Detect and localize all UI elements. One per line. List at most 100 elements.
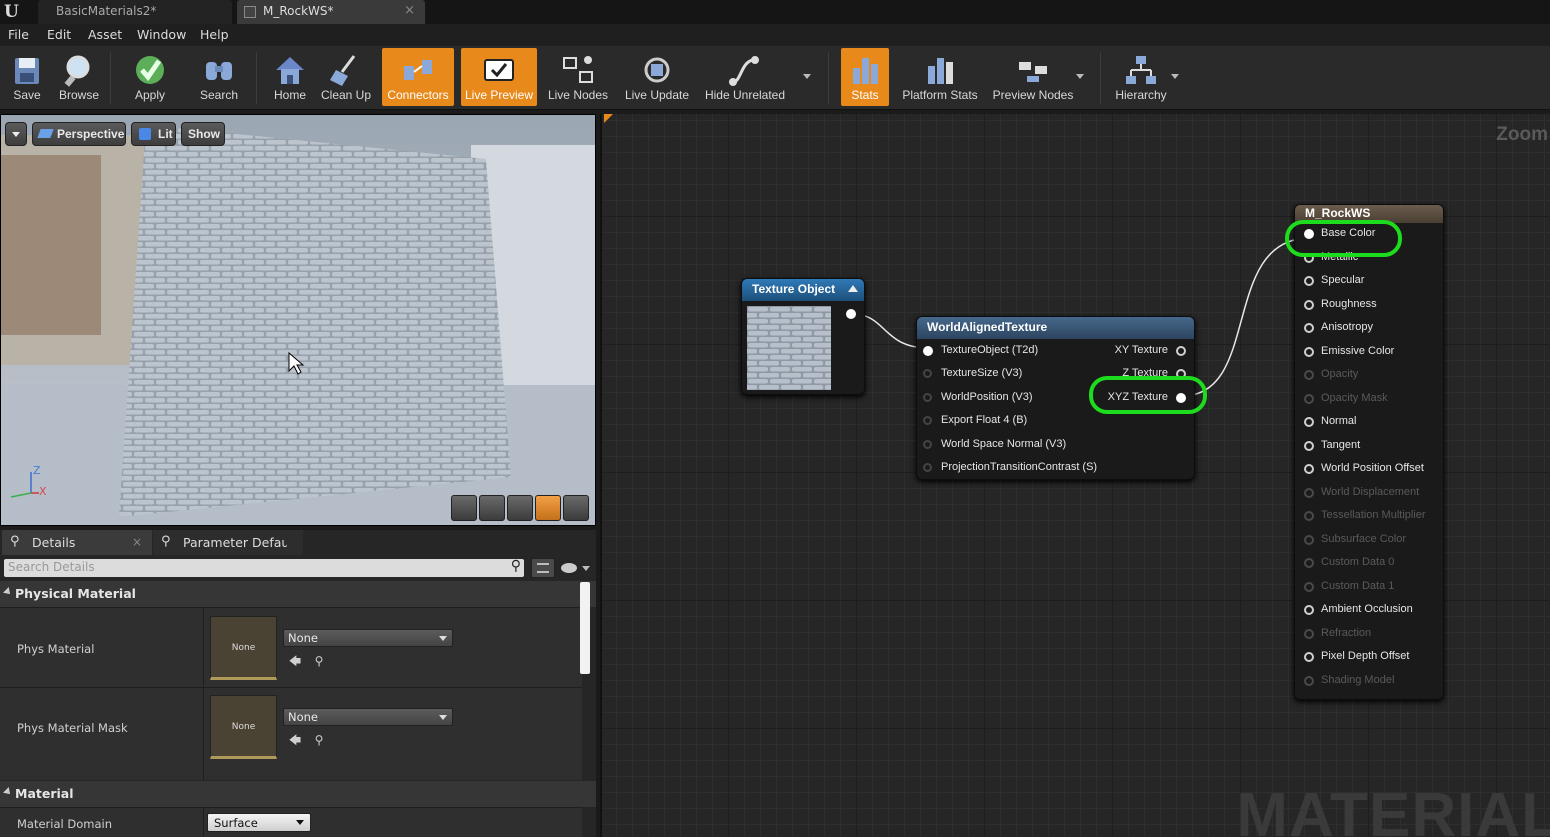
tab-m-rockws[interactable]: M_RockWS* × bbox=[237, 0, 425, 24]
cube-icon[interactable] bbox=[535, 495, 561, 521]
material-graph[interactable]: Zoom MATERIAL Texture Object WorldAligne… bbox=[600, 114, 1550, 837]
asset-combo[interactable]: None bbox=[283, 629, 453, 647]
preview-viewport[interactable]: Z X Perspective Lit Show bbox=[0, 114, 596, 526]
pin-dot[interactable] bbox=[1304, 605, 1314, 615]
chevron-down-icon[interactable] bbox=[1076, 74, 1084, 79]
apply-button[interactable]: Apply bbox=[124, 48, 176, 106]
menu-window[interactable]: Window bbox=[137, 27, 186, 42]
search-button[interactable]: Search bbox=[192, 48, 246, 106]
wat-output-pin[interactable]: XY Texture bbox=[1115, 344, 1186, 356]
tab-parameter-defaults[interactable]: ⚲ Parameter Defaults bbox=[153, 530, 303, 555]
asset-thumbnail[interactable]: None bbox=[210, 616, 277, 680]
cylinder-icon[interactable] bbox=[451, 495, 477, 521]
chevron-down-icon[interactable] bbox=[1171, 74, 1179, 79]
asset-combo[interactable]: None bbox=[283, 708, 453, 726]
tab-basicmaterials2[interactable]: BasicMaterials2* bbox=[38, 0, 232, 24]
pin-dot[interactable] bbox=[1304, 440, 1314, 451]
category-physical-material[interactable]: Physical Material bbox=[0, 581, 596, 607]
pin-dot[interactable] bbox=[1304, 628, 1314, 639]
wat-input-pin[interactable]: ProjectionTransitionContrast (S) bbox=[923, 461, 1097, 473]
pin-dot[interactable] bbox=[923, 346, 933, 356]
pin-dot[interactable] bbox=[1304, 417, 1314, 427]
pin-dot[interactable] bbox=[923, 416, 932, 426]
perspective-button[interactable]: Perspective bbox=[32, 122, 126, 146]
pin-dot[interactable] bbox=[1304, 511, 1314, 521]
menu-asset[interactable]: Asset bbox=[88, 27, 122, 42]
result-input-pin[interactable]: Specular bbox=[1304, 274, 1364, 286]
stats-button[interactable]: Stats bbox=[841, 48, 889, 106]
search-details-input[interactable]: Search Details ⚲ bbox=[4, 558, 524, 577]
pin-dot[interactable] bbox=[1304, 558, 1314, 568]
menu-help[interactable]: Help bbox=[200, 27, 229, 42]
hierarchy-button[interactable]: Hierarchy bbox=[1110, 48, 1172, 106]
pin-dot[interactable] bbox=[1304, 370, 1314, 380]
platform-stats-button[interactable]: Platform Stats bbox=[898, 48, 982, 106]
result-input-pin[interactable]: Pixel Depth Offset bbox=[1304, 650, 1409, 662]
preview-nodes-button[interactable]: Preview Nodes bbox=[990, 48, 1076, 106]
pin-dot[interactable] bbox=[1304, 323, 1314, 333]
result-input-pin[interactable]: Ambient Occlusion bbox=[1304, 603, 1413, 615]
pin-dot[interactable] bbox=[923, 369, 932, 379]
wat-input-pin[interactable]: TextureObject (T2d) bbox=[923, 344, 1038, 356]
pin-dot[interactable] bbox=[923, 392, 932, 402]
result-input-pin[interactable]: Normal bbox=[1304, 415, 1356, 427]
pin-dot[interactable] bbox=[1304, 652, 1314, 662]
pin-dot[interactable] bbox=[1304, 581, 1314, 592]
close-icon[interactable]: × bbox=[404, 3, 415, 18]
wat-input-pin[interactable]: TextureSize (V3) bbox=[923, 367, 1022, 379]
wat-input-pin[interactable]: World Space Normal (V3) bbox=[923, 438, 1066, 450]
connectors-button[interactable]: Connectors bbox=[382, 48, 454, 106]
sphere-icon[interactable] bbox=[479, 495, 505, 521]
result-input-pin[interactable]: Anisotropy bbox=[1304, 321, 1373, 333]
viewport-options-button[interactable] bbox=[5, 122, 27, 146]
use-selected-arrow-icon[interactable]: 🡄 bbox=[288, 733, 302, 747]
result-input-pin[interactable]: Emissive Color bbox=[1304, 345, 1394, 357]
pin-dot[interactable] bbox=[923, 439, 932, 449]
menu-file[interactable]: File bbox=[8, 27, 29, 42]
teapot-icon[interactable] bbox=[563, 495, 589, 521]
hide-unrelated-button[interactable]: Hide Unrelated bbox=[702, 48, 788, 106]
pin-dot[interactable] bbox=[1304, 276, 1314, 286]
live-nodes-button[interactable]: Live Nodes bbox=[544, 48, 612, 106]
details-scrollbar[interactable] bbox=[580, 582, 590, 674]
collapse-arrow-icon[interactable] bbox=[848, 285, 858, 292]
result-input-pin[interactable]: Opacity Mask bbox=[1304, 392, 1388, 404]
result-input-pin[interactable]: Shading Model bbox=[1304, 674, 1394, 686]
pin-dot[interactable] bbox=[1304, 487, 1314, 498]
home-button[interactable]: Home bbox=[266, 48, 314, 106]
category-material[interactable]: Material bbox=[0, 781, 596, 807]
save-button[interactable]: Save bbox=[2, 48, 52, 106]
m-rockws-result-node[interactable]: M_RockWS Base Color Metallic Specular Rough… bbox=[1294, 204, 1444, 700]
wat-input-pin[interactable]: WorldPosition (V3) bbox=[923, 391, 1033, 403]
tab-details[interactable]: ⚲ Details × bbox=[2, 530, 152, 555]
cleanup-button[interactable]: Clean Up bbox=[318, 48, 374, 106]
material-domain-combo[interactable]: Surface bbox=[207, 813, 311, 832]
pin-dot[interactable] bbox=[923, 463, 932, 472]
pin-dot[interactable] bbox=[1304, 299, 1314, 310]
pin-dot[interactable] bbox=[1304, 675, 1314, 686]
result-input-pin[interactable]: Tangent bbox=[1304, 439, 1360, 451]
close-icon[interactable]: × bbox=[132, 535, 142, 549]
pin-dot[interactable] bbox=[1304, 393, 1314, 404]
result-input-pin[interactable]: Tessellation Multiplier bbox=[1304, 509, 1426, 521]
browse-magnifier-icon[interactable]: ⚲ bbox=[312, 654, 326, 668]
result-input-pin[interactable]: Custom Data 1 bbox=[1304, 580, 1394, 592]
lit-button[interactable]: Lit bbox=[131, 122, 176, 146]
browse-button[interactable]: Browse bbox=[54, 48, 104, 106]
live-update-button[interactable]: Live Update bbox=[620, 48, 694, 106]
browse-magnifier-icon[interactable]: ⚲ bbox=[312, 733, 326, 747]
chevron-down-icon[interactable] bbox=[803, 74, 811, 79]
property-matrix-button[interactable] bbox=[531, 558, 555, 578]
live-preview-button[interactable]: Live Preview bbox=[461, 48, 537, 106]
show-button[interactable]: Show bbox=[181, 122, 225, 146]
visibility-filter-button[interactable] bbox=[561, 560, 591, 576]
asset-thumbnail[interactable]: None bbox=[210, 695, 277, 759]
wat-input-pin[interactable]: Export Float 4 (B) bbox=[923, 414, 1027, 426]
result-input-pin[interactable]: World Position Offset bbox=[1304, 462, 1424, 474]
pin-dot[interactable] bbox=[1176, 346, 1186, 356]
pin-dot[interactable] bbox=[846, 309, 856, 319]
result-input-pin[interactable]: Refraction bbox=[1304, 627, 1371, 639]
menu-edit[interactable]: Edit bbox=[47, 27, 71, 42]
pin-dot[interactable] bbox=[1304, 464, 1314, 474]
plane-icon[interactable] bbox=[507, 495, 533, 521]
